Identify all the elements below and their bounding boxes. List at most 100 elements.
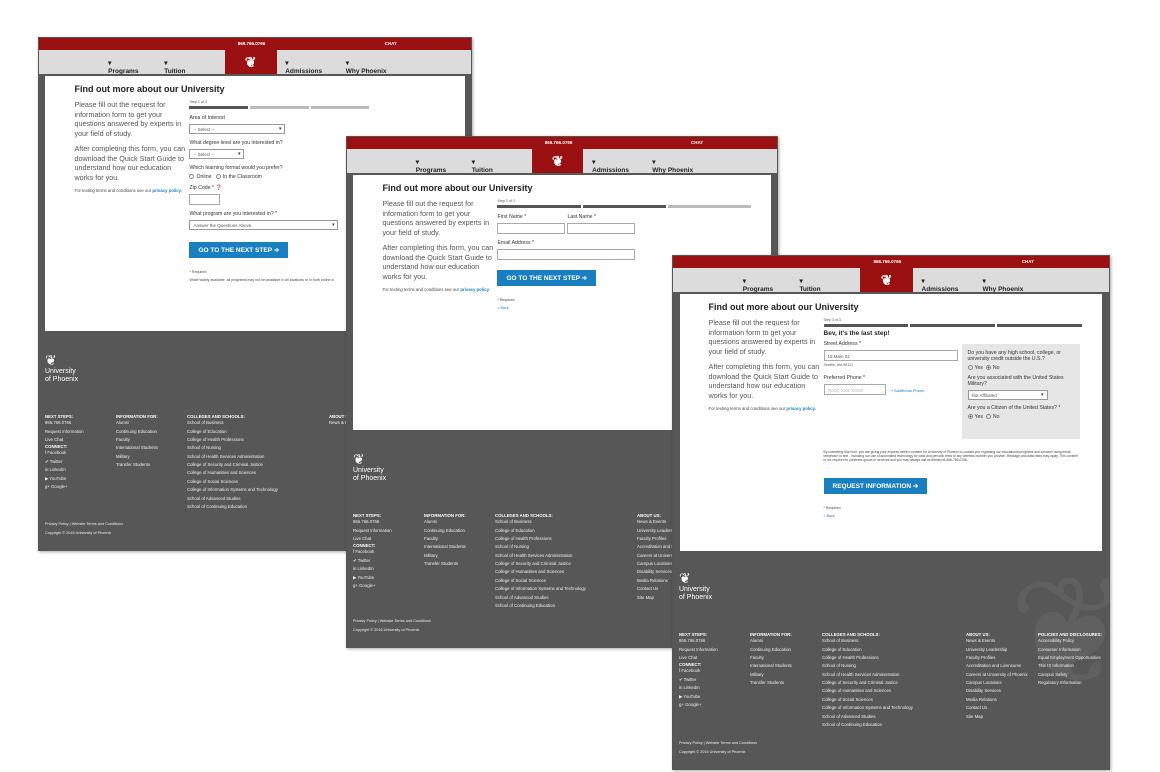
phone-input[interactable]: (XXX) XXX-XXXX (823, 384, 886, 395)
radio-yes[interactable] (967, 365, 973, 371)
footer-link[interactable]: Continuing Education (750, 646, 792, 654)
footer-link[interactable]: Transfer Students (116, 461, 158, 469)
footer-link[interactable]: Title IX Information (1038, 662, 1106, 670)
footer-link[interactable]: School of Business (187, 419, 278, 427)
youtube-link[interactable]: ▶ YouTube (353, 574, 392, 582)
footer-link[interactable]: 866.766.0766 (45, 419, 84, 427)
nav-admissions[interactable]: Admissions ▾ (592, 158, 629, 174)
help-icon[interactable]: ❓ (215, 185, 221, 191)
footer-link[interactable]: School of Health Services Administration (495, 552, 586, 560)
radio-online[interactable] (189, 174, 195, 180)
footer-link[interactable]: Accreditation and Licensures (966, 662, 1034, 670)
footer-link[interactable]: Transfer Students (424, 560, 466, 568)
footer-link[interactable]: School of Advanced Studies (822, 713, 913, 721)
footer-link[interactable]: College of Social Sciences (495, 577, 586, 585)
nav-programs[interactable]: Programs ▾ (743, 277, 773, 293)
back-link[interactable]: < Back (824, 514, 928, 518)
footer-link[interactable]: School of Continuing Education (495, 602, 586, 610)
footer-link[interactable]: Faculty (750, 654, 792, 662)
footer-link[interactable]: College of Health Professions (495, 535, 586, 543)
footer-link[interactable]: Faculty (424, 535, 466, 543)
degree-select[interactable]: -- Select -- (189, 149, 245, 159)
military-select[interactable]: Not Affiliated (967, 390, 1048, 400)
footer-link[interactable]: News & Events (966, 637, 1034, 645)
footer-link[interactable]: University Leadership (966, 646, 1034, 654)
footer-link[interactable]: School of Business (495, 518, 586, 526)
nav-programs[interactable]: Programs ▾ (416, 158, 446, 174)
footer-link[interactable]: College of Security and Criminal Justice (495, 560, 586, 568)
footer-link[interactable]: Live Chat (679, 654, 718, 662)
footer-link[interactable]: School of Nursing (495, 543, 586, 551)
request-information-button[interactable]: REQUEST INFORMATION ➔ (823, 478, 928, 494)
phoenix-logo-icon[interactable]: ❦ (860, 268, 913, 292)
twitter-link[interactable]: ✔ Twitter (679, 676, 718, 684)
linkedin-link[interactable]: in LinkedIn (679, 684, 718, 692)
last-name-input[interactable] (567, 223, 636, 234)
nav-tuition[interactable]: Tuition ▾ (799, 277, 820, 293)
nav-tuition[interactable]: Tuition ▾ (164, 59, 185, 75)
nav-tuition[interactable]: Tuition ▾ (472, 158, 493, 174)
chat-link[interactable]: CHAT (385, 41, 397, 46)
facebook-link[interactable]: f Facebook (45, 449, 84, 457)
footer-link[interactable]: College of Information Systems and Techn… (495, 585, 586, 593)
footer-link[interactable]: Continuing Education (424, 527, 466, 535)
footer-link[interactable]: Military (116, 453, 158, 461)
radio-classroom[interactable] (215, 174, 221, 180)
footer-link[interactable]: Equal Employment Opportunities (1038, 654, 1106, 662)
footer-logo[interactable]: ❦ University of Phoenix (353, 451, 386, 483)
footer-link[interactable]: School of Business (822, 637, 913, 645)
footer-link[interactable]: International Students (750, 662, 792, 670)
phone-link[interactable]: 866.766.0766 (545, 140, 573, 145)
footer-link[interactable]: Military (424, 552, 466, 560)
footer-link[interactable]: College of Health Professions (822, 654, 913, 662)
footer-link[interactable]: 866.766.0766 (679, 637, 718, 645)
footer-link[interactable]: Alumni (750, 637, 792, 645)
area-select[interactable]: -- Select -- (189, 124, 286, 134)
street-input[interactable]: 15 Main St. (823, 350, 958, 361)
phone-link[interactable]: 866.766.0766 (238, 41, 266, 46)
footer-link[interactable]: Campus Locations (966, 679, 1034, 687)
footer-link[interactable]: College of Security and Criminal Justice (822, 679, 913, 687)
googleplus-link[interactable]: g+ Google+ (45, 483, 84, 491)
footer-link[interactable]: College of Health Professions (187, 436, 278, 444)
footer-link[interactable]: School of Health Services Administration (822, 671, 913, 679)
youtube-link[interactable]: ▶ YouTube (679, 693, 718, 701)
footer-link[interactable]: College of Humanities and Sciences (822, 687, 913, 695)
footer-link[interactable]: College of Security and Criminal Justice (187, 461, 278, 469)
footer-link[interactable]: College of Education (822, 646, 913, 654)
footer-link[interactable]: College of Information Systems and Techn… (822, 704, 913, 712)
footer-link[interactable]: College of Social Sciences (822, 696, 913, 704)
footer-link[interactable]: Transfer Students (750, 679, 792, 687)
privacy-link[interactable]: privacy policy. (152, 188, 182, 193)
footer-link[interactable]: College of Information Systems and Techn… (187, 486, 278, 494)
email-input[interactable] (497, 249, 636, 260)
footer-link[interactable]: College of Education (187, 428, 278, 436)
additional-phone-link[interactable]: + Additional Phone (891, 388, 924, 393)
radio-no[interactable] (985, 365, 991, 371)
nav-admissions[interactable]: Admissions ▾ (285, 59, 322, 75)
footer-link[interactable]: Request Information (679, 646, 718, 654)
footer-link[interactable]: Alumni (424, 518, 466, 526)
footer-link[interactable]: Alumni (116, 419, 158, 427)
chat-link[interactable]: CHAT (1022, 259, 1034, 264)
footer-link[interactable]: Contact Us (966, 704, 1034, 712)
footer-link[interactable]: College of Education (495, 527, 586, 535)
footer-link[interactable]: Campus Safety (1038, 671, 1106, 679)
footer-link[interactable]: School of Continuing Education (187, 503, 278, 511)
footer-link[interactable]: International Students (424, 543, 466, 551)
twitter-link[interactable]: ✔ Twitter (353, 557, 392, 565)
legal-links[interactable]: Privacy Policy | Website Terms and Condi… (45, 520, 123, 528)
facebook-link[interactable]: f Facebook (353, 548, 392, 556)
footer-link[interactable]: Site Map (966, 713, 1034, 721)
legal-links[interactable]: Privacy Policy | Website Terms and Condi… (353, 617, 431, 625)
footer-link[interactable]: Careers at University of Phoenix (966, 671, 1034, 679)
youtube-link[interactable]: ▶ YouTube (45, 475, 84, 483)
zip-input[interactable] (189, 194, 221, 205)
footer-link[interactable]: School of Continuing Education (822, 721, 913, 729)
radio-no[interactable] (985, 414, 991, 420)
footer-link[interactable]: Regulatory Information (1038, 679, 1106, 687)
footer-link[interactable]: 866.766.0766 (353, 518, 392, 526)
footer-logo[interactable]: ❦ University of Phoenix (679, 570, 712, 602)
footer-link[interactable]: College of Humanities and Sciences (187, 469, 278, 477)
chat-link[interactable]: CHAT (691, 140, 703, 145)
